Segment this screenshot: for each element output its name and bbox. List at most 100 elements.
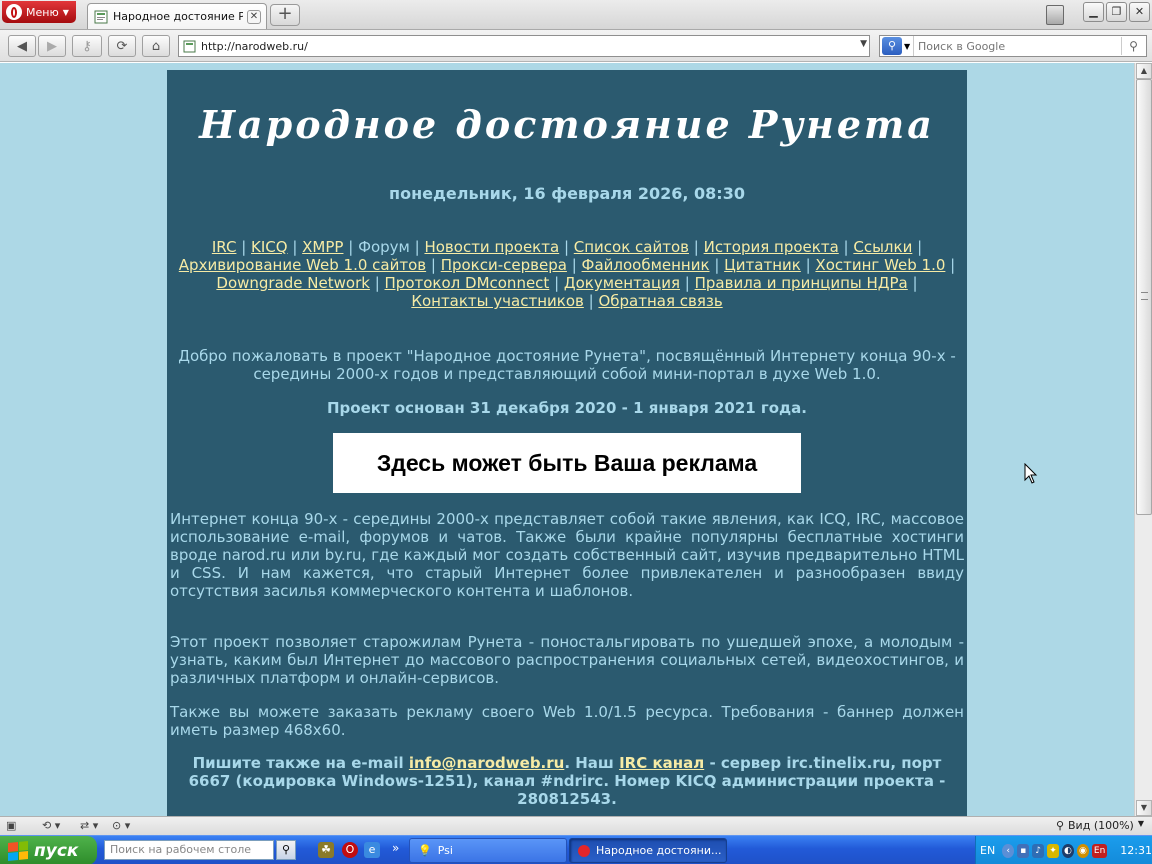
search-input[interactable] [914,39,1114,53]
nav-separator: | [689,238,704,256]
nav-link: Форум [358,238,410,256]
email-link[interactable]: info@narodweb.ru [409,754,564,772]
nav-link[interactable]: Новости проекта [424,238,559,256]
google-icon: ⚲ [882,37,902,55]
nav-link[interactable]: Цитатник [724,256,801,274]
nav-link[interactable]: Хостинг Web 1.0 [815,256,945,274]
desktop-search-icon[interactable]: ⚲ [276,840,296,860]
quicklaunch-more-icon[interactable]: » [392,841,399,855]
nav-link[interactable]: Downgrade Network [216,274,370,292]
founded-text: Проект основан 31 декабря 2020 - 1 январ… [326,399,807,417]
irc-channel-link[interactable]: IRC канал [619,754,704,772]
nav-link[interactable]: IRC [212,238,237,256]
home-icon: ⌂ [151,38,161,54]
panel-toggle-icon[interactable]: ▣ [6,819,16,833]
tray-app-icon[interactable]: ◐ [1062,843,1074,858]
address-field[interactable]: http://narodweb.ru/ ▼ [178,35,870,57]
lightbulb-tray-icon[interactable]: ✦ [1047,843,1059,858]
task-opera[interactable]: Народное достояни... [569,838,727,863]
forward-button[interactable]: ▶ [38,35,66,57]
nav-separator: | [709,256,725,274]
sync-icon[interactable]: ⟲ ▾ [42,819,60,833]
back-button[interactable]: ◀ [8,35,36,57]
nav-separator: | [287,238,303,256]
tray-collapse-icon[interactable]: ‹ [1002,843,1015,858]
network-icon[interactable]: ▪ [1017,843,1030,858]
windows-logo-icon [8,840,28,861]
quicklaunch-app-icon[interactable]: ☘ [318,842,334,858]
vertical-scrollbar[interactable]: ▲ ▼ [1134,63,1152,816]
content-container: Народное достояние Рунета понедельник, 1… [167,70,967,816]
nav-link[interactable]: Архивирование Web 1.0 сайтов [179,256,426,274]
nav-separator: | [945,256,956,274]
scrollbar-thumb[interactable] [1136,79,1152,515]
status-bar: ▣ ⟲ ▾ ⇄ ▾ ⊙ ▾ ⚲ Вид (100%) ▼ [0,816,1152,835]
chevron-down-icon: ▼ [62,7,69,17]
keyboard-layout-icon[interactable]: En [1091,843,1108,858]
minimize-icon[interactable]: ▁ [1083,2,1104,22]
opera-menu-button[interactable]: Меню ▼ [2,1,76,23]
nav-link[interactable]: Правила и принципы НДРа [695,274,908,292]
scroll-up-icon[interactable]: ▲ [1136,63,1152,79]
nav-link[interactable]: Файлообменник [582,256,710,274]
ad-banner[interactable]: Здесь может быть Ваша реклама [333,433,801,493]
nav-link[interactable]: KICQ [251,238,288,256]
nav-link[interactable]: Протокол DMconnect [385,274,550,292]
start-label: пуск [34,840,79,861]
nav-separator: | [236,238,252,256]
browser-tab[interactable]: Народное достояние Р... ✕ [87,3,267,29]
browser-tab-bar: Меню ▼ Народное достояние Р... ✕ + ▁ ❐ ✕ [0,0,1152,30]
trash-icon[interactable] [1046,5,1064,25]
nav-separator: | [912,238,923,256]
nav-separator: | [680,274,695,292]
task-label: Народное достояни... [596,844,722,857]
quicklaunch-ie-icon[interactable]: e [364,842,380,858]
wand-button[interactable]: ⚷ [72,35,102,57]
unite-icon[interactable]: ⇄ ▾ [80,819,98,833]
page-icon [183,40,196,52]
task-label: Psi [437,844,453,857]
nav-link[interactable]: XMPP [302,238,343,256]
chevron-down-icon[interactable]: ▼ [860,39,867,49]
volume-icon[interactable]: ♪ [1032,843,1045,858]
welcome-text: Добро пожаловать в проект "Народное дост… [178,347,956,383]
nav-link[interactable]: Контакты участников [411,292,584,310]
task-psi[interactable]: 💡 Psi [409,838,567,863]
menu-label: Меню [26,5,59,19]
nav-link[interactable]: Ссылки [853,238,912,256]
nav-separator: | [369,274,385,292]
search-engine-selector[interactable]: ⚲ ▼ [880,36,914,56]
lightbulb-icon: 💡 [418,844,432,857]
zoom-control[interactable]: ⚲ Вид (100%) ▼ [1056,819,1144,832]
new-tab-button[interactable]: + [270,4,300,26]
home-button[interactable]: ⌂ [142,35,170,57]
scroll-down-icon[interactable]: ▼ [1136,800,1152,816]
restore-icon[interactable]: ❐ [1106,2,1127,22]
nav-link[interactable]: Документация [564,274,680,292]
turbo-icon[interactable]: ⊙ ▾ [112,819,130,833]
navigation-bar: ◀ ▶ ⚷ ⟳ ⌂ http://narodweb.ru/ ▼ ⚲ ▼ ⚲ [0,30,1152,62]
nav-link[interactable]: Прокси-сервера [441,256,567,274]
quicklaunch-opera-icon[interactable]: O [342,842,358,858]
close-window-icon[interactable]: ✕ [1129,2,1150,22]
date-time: понедельник, 16 февраля 2026, 08:30 [389,184,745,203]
language-indicator[interactable]: EN [980,844,995,857]
nav-link[interactable]: Обратная связь [598,292,722,310]
desktop-search-input[interactable]: Поиск на рабочем столе [104,840,274,860]
site-navigation: IRC | KICQ | XMPP | Форум | Новости прое… [177,238,957,310]
search-icon[interactable]: ⚲ [1121,37,1145,55]
forward-arrow-icon: ▶ [47,38,57,54]
key-icon: ⚷ [82,38,92,54]
close-tab-icon[interactable]: ✕ [247,10,261,24]
search-box: ⚲ ▼ ⚲ [879,35,1147,57]
nav-separator: | [549,274,564,292]
nav-link[interactable]: Список сайтов [574,238,689,256]
nav-link[interactable]: История проекта [704,238,839,256]
opera-icon [578,844,590,857]
reload-button[interactable]: ⟳ [108,35,136,57]
tray-app2-icon[interactable]: ◉ [1076,843,1089,858]
start-button[interactable]: пуск [0,836,97,864]
nav-separator: | [583,292,599,310]
system-tray: EN ‹ ▪ ♪ ✦ ◐ ◉ En 12:31 [975,836,1152,864]
clock: 12:31 [1120,844,1152,857]
